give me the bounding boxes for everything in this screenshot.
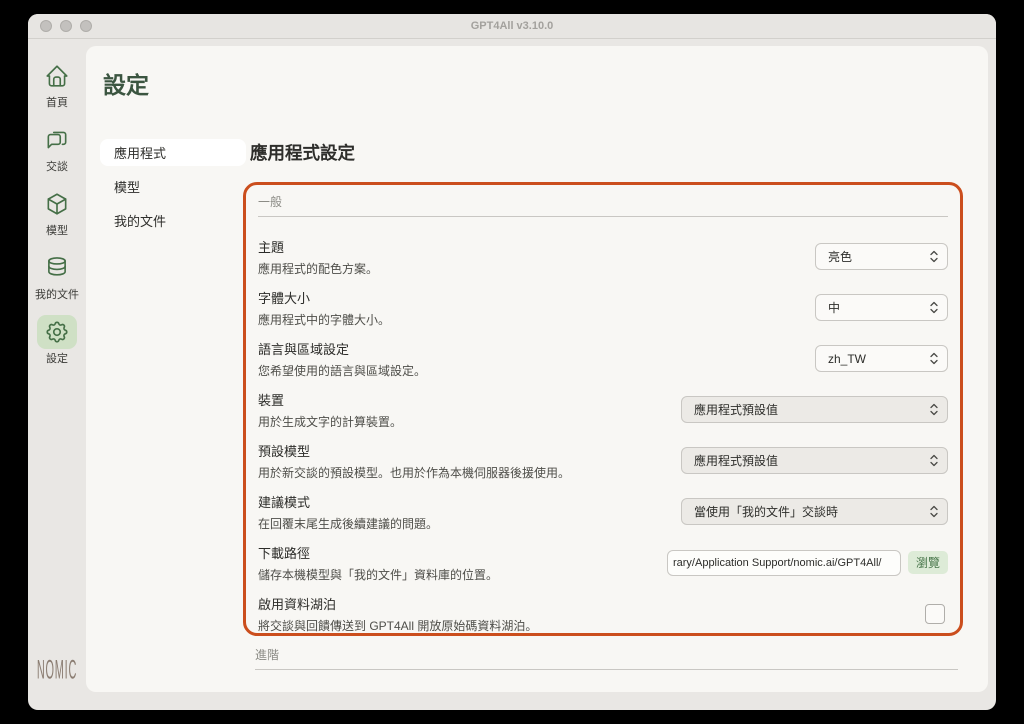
updown-chevron-icon bbox=[930, 352, 938, 365]
suggestion-mode-select[interactable]: 當使用「我的文件」交談時 bbox=[681, 498, 948, 525]
tab-localdocs[interactable]: 我的文件 bbox=[100, 207, 246, 234]
updown-chevron-icon bbox=[930, 301, 938, 314]
page-title: 設定 bbox=[103, 66, 149, 100]
font-size-select[interactable]: 中 bbox=[815, 294, 948, 321]
tab-application[interactable]: 應用程式 bbox=[100, 139, 246, 166]
updown-chevron-icon bbox=[930, 250, 938, 263]
setting-description: 將交談與回饋傳送到 GPT4All 開放原始碼資料湖泊。 bbox=[258, 617, 537, 634]
zoom-window-button[interactable] bbox=[80, 20, 92, 32]
sidebar-item-label: 交談 bbox=[46, 158, 68, 174]
language-select[interactable]: zh_TW bbox=[815, 345, 948, 372]
setting-row-default-model: 預設模型 用於新交談的預設模型。也用於作為本機伺服器後援使用。 應用程式預設值 bbox=[258, 435, 948, 486]
settings-subnav: 應用程式 模型 我的文件 bbox=[100, 139, 246, 241]
settings-heading: 應用程式設定 bbox=[250, 140, 355, 165]
chat-icon bbox=[37, 123, 77, 157]
setting-title: 語言與區域設定 bbox=[258, 339, 426, 358]
app-window: GPT4All v3.10.0 首頁 交談 模型 bbox=[28, 14, 996, 710]
datalake-checkbox[interactable] bbox=[925, 604, 945, 624]
home-icon bbox=[37, 59, 77, 93]
sidebar-item-label: 設定 bbox=[46, 350, 68, 366]
sidebar-item-label: 模型 bbox=[46, 222, 68, 238]
annotation-highlight: 一般 主題 應用程式的配色方案。 亮色 bbox=[243, 182, 963, 636]
select-value: 中 bbox=[828, 299, 840, 316]
setting-description: 應用程式的配色方案。 bbox=[258, 260, 378, 277]
sidebar-item-chats[interactable]: 交談 bbox=[37, 123, 77, 174]
setting-description: 應用程式中的字體大小。 bbox=[258, 311, 390, 328]
setting-row-language: 語言與區域設定 您希望使用的語言與區域設定。 zh_TW bbox=[258, 333, 948, 384]
select-value: 亮色 bbox=[828, 248, 852, 265]
setting-row-device: 裝置 用於生成文字的計算裝置。 應用程式預設值 bbox=[258, 384, 948, 435]
setting-description: 在回覆末尾生成後續建議的問題。 bbox=[258, 515, 438, 532]
section-label-advanced: 進階 bbox=[255, 646, 958, 663]
setting-description: 您希望使用的語言與區域設定。 bbox=[258, 362, 426, 379]
section-label-general: 一般 bbox=[258, 193, 948, 210]
select-value: 應用程式預設值 bbox=[694, 401, 778, 418]
titlebar: GPT4All v3.10.0 bbox=[28, 14, 996, 39]
theme-select[interactable]: 亮色 bbox=[815, 243, 948, 270]
database-icon bbox=[37, 251, 77, 285]
sidebar-item-localdocs[interactable]: 我的文件 bbox=[35, 251, 79, 302]
setting-row-font-size: 字體大小 應用程式中的字體大小。 中 bbox=[258, 282, 948, 333]
setting-description: 用於新交談的預設模型。也用於作為本機伺服器後援使用。 bbox=[258, 464, 570, 481]
setting-row-suggestion-mode: 建議模式 在回覆末尾生成後續建議的問題。 當使用「我的文件」交談時 bbox=[258, 486, 948, 537]
traffic-lights bbox=[40, 20, 92, 32]
sidebar: 首頁 交談 模型 我的文件 bbox=[28, 39, 86, 710]
cube-icon bbox=[37, 187, 77, 221]
sidebar-item-home[interactable]: 首頁 bbox=[37, 59, 77, 110]
minimize-window-button[interactable] bbox=[60, 20, 72, 32]
close-window-button[interactable] bbox=[40, 20, 52, 32]
setting-title: 下載路徑 bbox=[258, 543, 498, 562]
setting-title: 主題 bbox=[258, 237, 378, 256]
select-value: 應用程式預設值 bbox=[694, 452, 778, 469]
default-model-select[interactable]: 應用程式預設值 bbox=[681, 447, 948, 474]
setting-title: 啟用資料湖泊 bbox=[258, 594, 537, 613]
setting-title: 預設模型 bbox=[258, 441, 570, 460]
sidebar-item-label: 我的文件 bbox=[35, 286, 79, 302]
updown-chevron-icon bbox=[930, 505, 938, 518]
section-divider bbox=[255, 669, 958, 670]
browse-button[interactable]: 瀏覽 bbox=[908, 551, 948, 574]
download-path-input[interactable] bbox=[667, 550, 901, 576]
select-value: 當使用「我的文件」交談時 bbox=[694, 503, 838, 520]
nomic-logo: NOMIC bbox=[36, 654, 78, 684]
sidebar-item-label: 首頁 bbox=[46, 94, 68, 110]
window-title: GPT4All v3.10.0 bbox=[28, 20, 996, 32]
device-select[interactable]: 應用程式預設值 bbox=[681, 396, 948, 423]
gear-icon bbox=[37, 315, 77, 349]
settings-rows: 主題 應用程式的配色方案。 亮色 字體大小 應用程式中的字體大小。 bbox=[258, 231, 948, 639]
sidebar-item-settings[interactable]: 設定 bbox=[37, 315, 77, 366]
setting-title: 字體大小 bbox=[258, 288, 390, 307]
settings-page: 設定 應用程式 模型 我的文件 應用程式設定 一般 主題 應用程式的配色方案。 bbox=[86, 46, 988, 692]
setting-title: 建議模式 bbox=[258, 492, 438, 511]
select-value: zh_TW bbox=[828, 352, 866, 366]
setting-row-theme: 主題 應用程式的配色方案。 亮色 bbox=[258, 231, 948, 282]
updown-chevron-icon bbox=[930, 403, 938, 416]
tab-models[interactable]: 模型 bbox=[100, 173, 246, 200]
advanced-section: 進階 bbox=[255, 646, 958, 670]
screen: GPT4All v3.10.0 首頁 交談 模型 bbox=[0, 0, 1024, 724]
setting-row-download-path: 下載路徑 儲存本機模型與「我的文件」資料庫的位置。 瀏覽 bbox=[258, 537, 948, 588]
section-divider bbox=[258, 216, 948, 217]
sidebar-item-models[interactable]: 模型 bbox=[37, 187, 77, 238]
setting-description: 儲存本機模型與「我的文件」資料庫的位置。 bbox=[258, 566, 498, 583]
setting-title: 裝置 bbox=[258, 390, 402, 409]
updown-chevron-icon bbox=[930, 454, 938, 467]
setting-row-datalake: 啟用資料湖泊 將交談與回饋傳送到 GPT4All 開放原始碼資料湖泊。 bbox=[258, 588, 948, 639]
setting-description: 用於生成文字的計算裝置。 bbox=[258, 413, 402, 430]
